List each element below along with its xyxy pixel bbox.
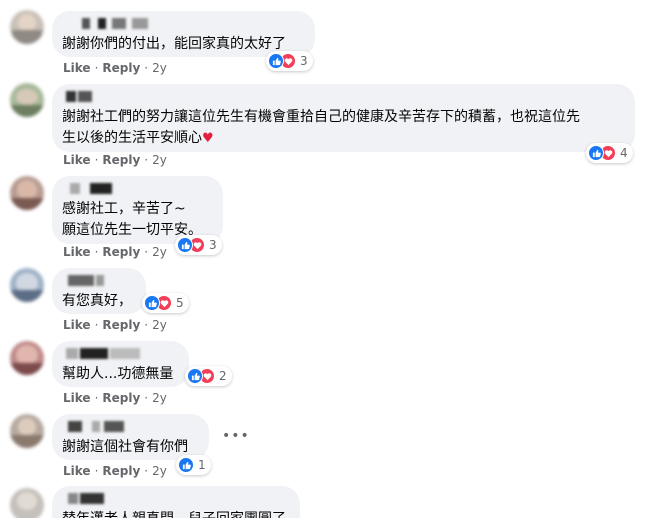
- avatar[interactable]: [10, 83, 44, 117]
- commenter-name[interactable]: [62, 182, 211, 195]
- separator: ·: [144, 464, 149, 478]
- reaction-summary[interactable]: 1: [176, 455, 211, 475]
- comment-bubble: 有您真好，: [52, 268, 146, 314]
- separator: ·: [144, 245, 149, 259]
- like-button[interactable]: Like: [63, 464, 91, 478]
- like-button[interactable]: Like: [63, 318, 91, 332]
- avatar[interactable]: [10, 488, 44, 518]
- avatar[interactable]: [10, 10, 44, 44]
- comment-actions: Like · Reply · 2y: [63, 245, 167, 259]
- reaction-summary[interactable]: 2: [185, 366, 232, 386]
- reply-button[interactable]: Reply: [102, 391, 140, 405]
- avatar[interactable]: [10, 341, 44, 375]
- like-button[interactable]: Like: [63, 61, 91, 75]
- comment-text: 謝謝你們的付出，能回家真的太好了: [62, 36, 286, 52]
- reaction-summary[interactable]: 5: [142, 293, 189, 313]
- thumbs-up-icon: [187, 368, 203, 384]
- separator: ·: [94, 391, 99, 405]
- reply-button[interactable]: Reply: [102, 464, 140, 478]
- reaction-count: 5: [176, 296, 184, 310]
- like-button[interactable]: Like: [63, 153, 91, 167]
- thumbs-up-icon: [144, 295, 160, 311]
- reply-button[interactable]: Reply: [102, 318, 140, 332]
- comment-actions: Like · Reply · 2y: [63, 153, 167, 167]
- thumbs-up-icon: [268, 53, 284, 69]
- separator: ·: [144, 153, 149, 167]
- comment-text: 替年邁老人親真門，兒子回家團圓了: [62, 509, 288, 518]
- comment-timestamp[interactable]: 2y: [152, 464, 167, 478]
- comment-actions: Like · Reply · 2y: [63, 464, 167, 478]
- comment-timestamp[interactable]: 2y: [152, 391, 167, 405]
- reaction-count: 4: [620, 146, 628, 160]
- separator: ·: [144, 318, 149, 332]
- like-button[interactable]: Like: [63, 391, 91, 405]
- commenter-name[interactable]: [62, 90, 623, 103]
- commenter-name[interactable]: [62, 347, 177, 360]
- comment-timestamp[interactable]: 2y: [152, 61, 167, 75]
- reaction-summary[interactable]: 4: [586, 143, 633, 163]
- red-heart-emoji: ♥: [202, 131, 214, 146]
- separator: ·: [94, 61, 99, 75]
- thumbs-up-icon: [177, 237, 193, 253]
- reaction-count: 2: [219, 369, 227, 383]
- avatar[interactable]: [10, 414, 44, 448]
- commenter-name[interactable]: [62, 274, 134, 287]
- comment-bubble: 幫助人...功德無量: [52, 341, 189, 387]
- commenter-name[interactable]: [62, 17, 303, 30]
- comment-bubble: 感謝社工，辛苦了~ 願這位先生一切平安。: [52, 176, 223, 244]
- comment-bubble: 替年邁老人親真門，兒子回家團圓了: [52, 486, 300, 518]
- reply-button[interactable]: Reply: [102, 245, 140, 259]
- reply-button[interactable]: Reply: [102, 61, 140, 75]
- thumbs-up-icon: [178, 457, 194, 473]
- separator: ·: [144, 61, 149, 75]
- avatar[interactable]: [10, 268, 44, 302]
- comment-timestamp[interactable]: 2y: [152, 318, 167, 332]
- comment-text: 謝謝社工們的努力讓這位先生有機會重拾自己的健康及辛苦存下的積蓄，也祝這位先 生以…: [62, 107, 623, 149]
- separator: ·: [144, 391, 149, 405]
- comment-bubble: 謝謝社工們的努力讓這位先生有機會重拾自己的健康及辛苦存下的積蓄，也祝這位先 生以…: [52, 84, 635, 152]
- comment-text-body: 謝謝社工們的努力讓這位先生有機會重拾自己的健康及辛苦存下的積蓄，也祝這位先 生以…: [62, 109, 580, 146]
- commenter-name[interactable]: [62, 492, 288, 505]
- separator: ·: [94, 318, 99, 332]
- thumbs-up-icon: [588, 145, 604, 161]
- more-options-icon[interactable]: •••: [222, 428, 250, 444]
- comment-actions: Like · Reply · 2y: [63, 391, 167, 405]
- avatar[interactable]: [10, 176, 44, 210]
- comment-bubble: 謝謝這個社會有你們: [52, 414, 209, 460]
- comment-actions: Like · Reply · 2y: [63, 61, 167, 75]
- separator: ·: [94, 153, 99, 167]
- reaction-summary[interactable]: 3: [266, 51, 313, 71]
- reply-button[interactable]: Reply: [102, 153, 140, 167]
- comment-actions: Like · Reply · 2y: [63, 318, 167, 332]
- comment-timestamp[interactable]: 2y: [152, 245, 167, 259]
- reaction-count: 3: [209, 238, 217, 252]
- comment-text: 謝謝這個社會有你們: [62, 439, 188, 455]
- reaction-summary[interactable]: 3: [175, 235, 222, 255]
- comment-text: 有您真好，: [62, 293, 132, 309]
- reaction-count: 1: [198, 458, 206, 472]
- comment-timestamp[interactable]: 2y: [152, 153, 167, 167]
- separator: ·: [94, 245, 99, 259]
- commenter-name[interactable]: [62, 420, 197, 433]
- reaction-count: 3: [300, 54, 308, 68]
- separator: ·: [94, 464, 99, 478]
- like-button[interactable]: Like: [63, 245, 91, 259]
- comment-text: 幫助人...功德無量: [62, 366, 174, 382]
